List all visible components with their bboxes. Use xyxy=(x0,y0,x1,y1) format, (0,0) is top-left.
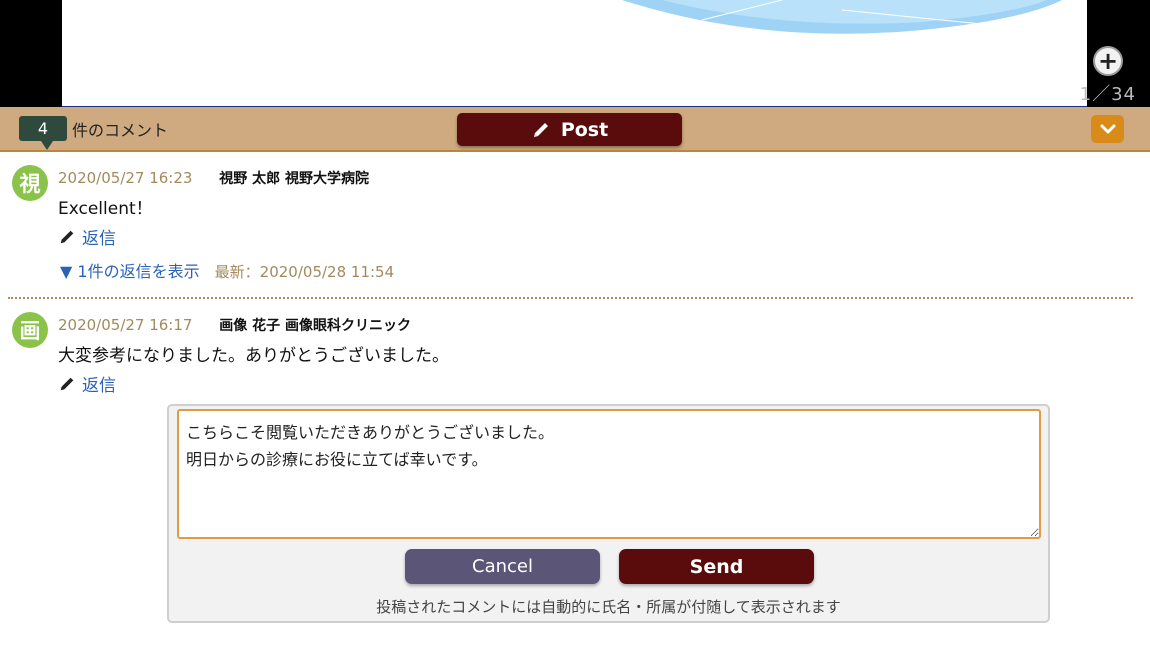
slide-image xyxy=(62,0,1087,108)
pencil-icon xyxy=(58,375,76,393)
comment-author: 画像 花子 画像眼科クリニック xyxy=(219,318,411,334)
send-button[interactable]: Send xyxy=(619,549,814,584)
comment-body: Excellent！ xyxy=(58,199,153,219)
page-counter: 1／34 xyxy=(1079,84,1136,105)
comment-timestamp: 2020/05/27 16:17 xyxy=(58,316,193,334)
pencil-icon xyxy=(58,228,76,246)
chevron-down-icon xyxy=(1100,120,1116,139)
comments-header-bar: 4 件のコメント Post xyxy=(0,107,1150,152)
slide-viewer: + 1／34 xyxy=(0,0,1150,108)
comment-count-label: 件のコメント xyxy=(72,121,169,140)
reply-label: 返信 xyxy=(82,229,116,249)
comment-author: 視野 太郎 視野大学病院 xyxy=(219,171,369,187)
reply-label: 返信 xyxy=(82,376,116,396)
comment-meta: 2020/05/27 16:17 画像 花子 画像眼科クリニック xyxy=(58,315,411,335)
show-replies-link[interactable]: ▼ 1件の返信を表示 xyxy=(60,262,200,281)
thread-toggle[interactable]: ▼ 1件の返信を表示 最新：2020/05/28 11:54 xyxy=(60,258,394,282)
post-button[interactable]: Post xyxy=(457,113,682,146)
comment-body: 大変参考になりました。ありがとうございました。 xyxy=(58,346,449,366)
comment-divider xyxy=(8,297,1133,299)
reply-form: こちらこそ閲覧いただきありがとうございました。 明日からの診療にお役に立てば幸い… xyxy=(167,404,1050,623)
comment-count-badge: 4 xyxy=(19,116,67,150)
pencil-icon xyxy=(531,120,551,140)
zoom-plus-icon[interactable]: + xyxy=(1093,46,1123,76)
collapse-button[interactable] xyxy=(1091,115,1124,143)
slide-graphic xyxy=(622,0,1062,34)
form-note: 投稿されたコメントには自動的に氏名・所属が付随して表示されます xyxy=(376,598,841,616)
reply-link[interactable]: 返信 xyxy=(58,224,116,249)
reply-link[interactable]: 返信 xyxy=(58,371,116,396)
post-button-label: Post xyxy=(560,118,609,141)
comment-timestamp: 2020/05/27 16:23 xyxy=(58,169,193,187)
comment-meta: 2020/05/27 16:23 視野 太郎 視野大学病院 xyxy=(58,168,369,188)
cancel-button[interactable]: Cancel xyxy=(405,549,600,584)
avatar: 画 xyxy=(12,312,48,348)
latest-reply-time: 最新：2020/05/28 11:54 xyxy=(214,263,395,281)
reply-textarea[interactable]: こちらこそ閲覧いただきありがとうございました。 明日からの診療にお役に立てば幸い… xyxy=(177,409,1041,539)
avatar: 視 xyxy=(12,165,48,201)
